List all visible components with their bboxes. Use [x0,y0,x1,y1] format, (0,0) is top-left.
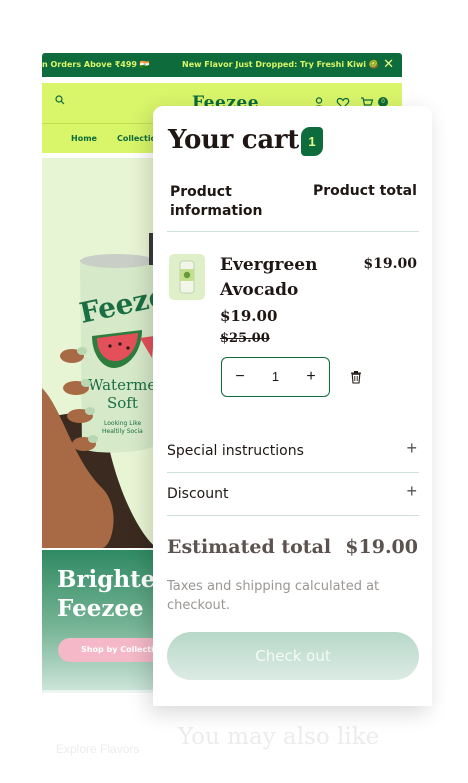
close-icon[interactable]: ✕ [383,57,394,72]
hero-can-flavor-2: Soft [107,394,138,412]
special-instructions-label: Special instructions [167,443,304,459]
decrease-quantity-button[interactable]: − [222,358,258,396]
plus-icon: + [406,481,417,501]
column-header-total: Product total [313,183,417,199]
discount-label: Discount [167,486,229,502]
discount-toggle[interactable]: Discount + [167,477,419,511]
column-header-product: Product information [170,184,263,219]
search-icon[interactable] [55,95,65,105]
product-can-image [179,260,195,294]
hero-can-tagline-1: Looking Like [104,420,142,427]
product-name[interactable]: Evergreen Avocado [220,253,340,303]
recommendations-title: You may also like [178,724,380,750]
explore-link[interactable]: Explore Flavors [56,742,139,756]
hero-can-tagline-2: Healtily Socia [102,428,143,435]
special-instructions-toggle[interactable]: Special instructions + [167,434,419,468]
trash-icon[interactable] [349,370,363,384]
product-compare-price: $25.00 [220,331,270,346]
increase-quantity-button[interactable]: + [293,358,329,396]
checkout-button[interactable]: Check out [167,632,419,680]
line-total: $19.00 [363,256,417,272]
quantity-stepper: − 1 + [221,357,330,397]
quantity-input[interactable]: 1 [258,358,293,396]
estimated-total-label: Estimated total [167,536,332,558]
divider [167,515,419,516]
cart-count-badge: 1 [301,127,323,156]
plus-icon: + [406,438,417,458]
announcement-left-text: n Orders Above ₹499 🇮🇳 [42,60,150,69]
product-price: $19.00 [220,307,278,325]
cart-title: Your cart [168,125,299,155]
announcement-center-text: New Flavor Just Dropped: Try Freshi Kiwi… [182,60,379,69]
nav-item-home[interactable]: Home [71,134,97,143]
estimated-total-value: $19.00 [345,536,418,558]
product-thumbnail[interactable] [169,254,205,300]
cart-drawer: Your cart 1 Product information Product … [153,106,432,706]
divider [167,231,419,232]
tax-note: Taxes and shipping calculated at checkou… [167,579,380,613]
divider [167,472,419,473]
promo-title: Brighter Feezee [57,566,168,622]
announcement-bar: n Orders Above ₹499 🇮🇳 New Flavor Just D… [42,53,402,77]
